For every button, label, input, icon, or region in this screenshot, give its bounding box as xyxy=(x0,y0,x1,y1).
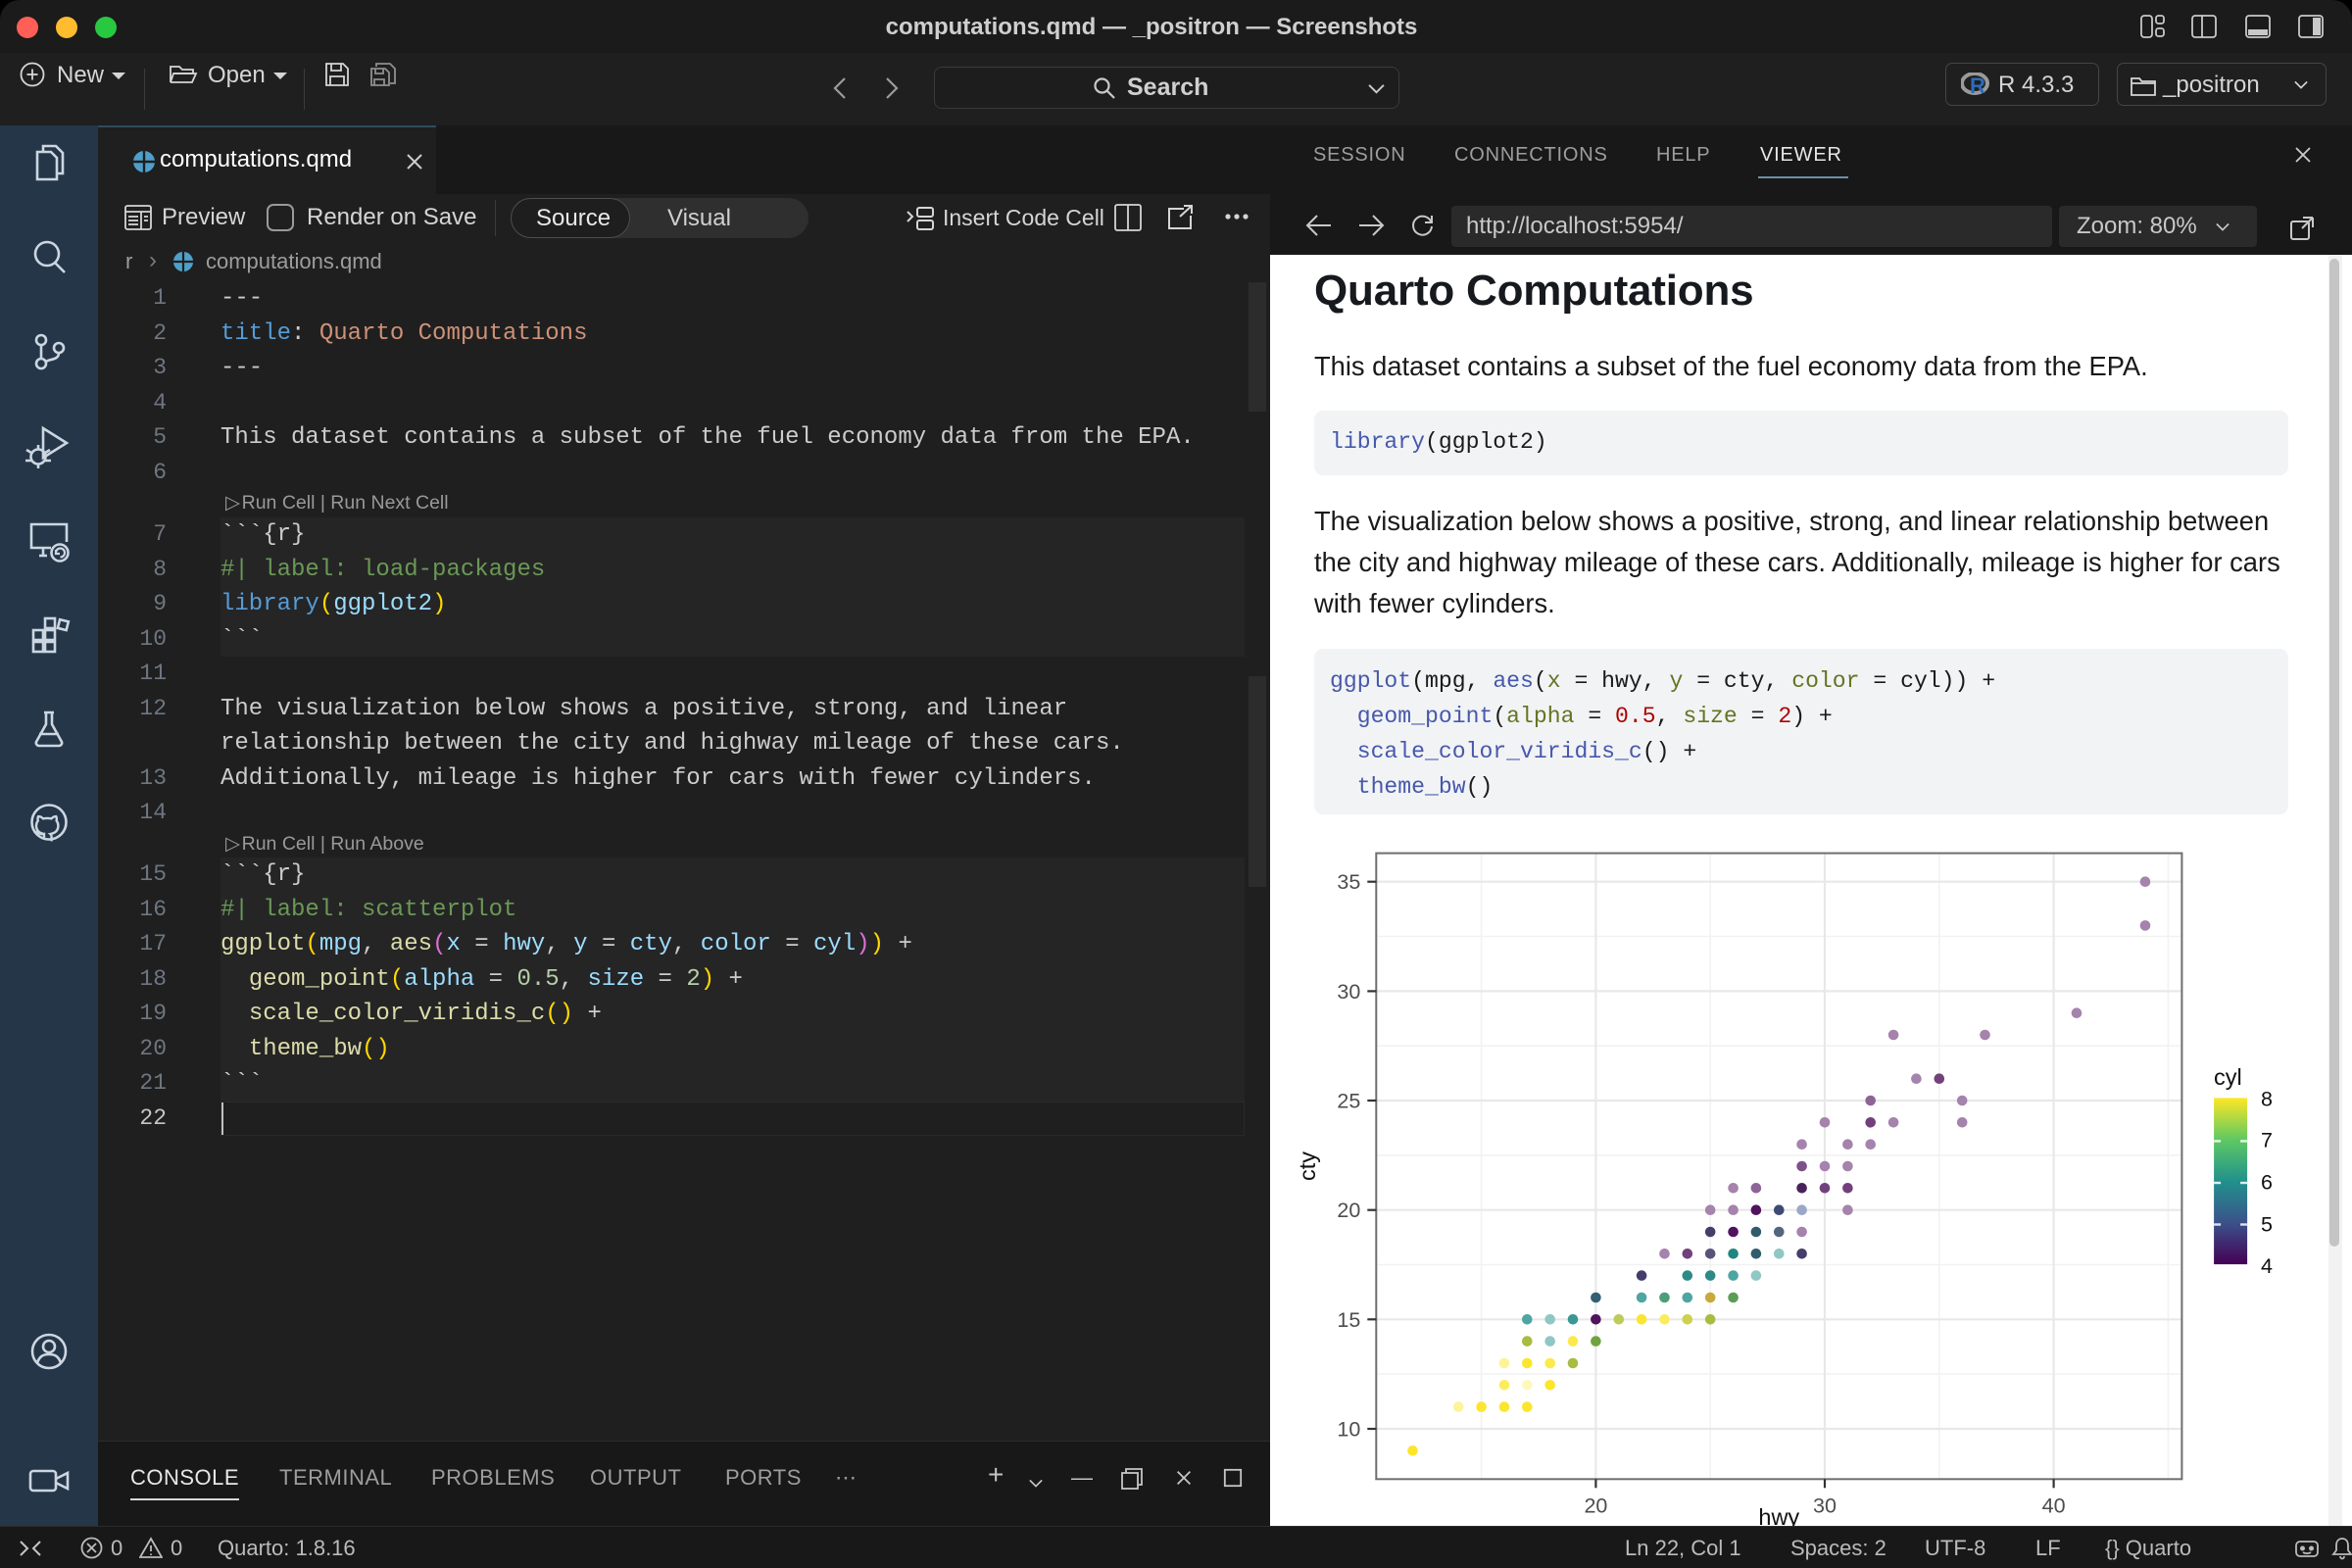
svg-text:R: R xyxy=(1970,74,1985,96)
svg-text:4: 4 xyxy=(2261,1254,2273,1278)
svg-text:30: 30 xyxy=(1337,980,1360,1004)
svg-text:20: 20 xyxy=(1584,1494,1607,1517)
svg-text:40: 40 xyxy=(2042,1494,2066,1517)
svg-text:8: 8 xyxy=(2261,1087,2273,1110)
svg-text:5: 5 xyxy=(2261,1213,2273,1237)
svg-text:25: 25 xyxy=(1337,1090,1360,1113)
svg-text:30: 30 xyxy=(1813,1494,1837,1517)
svg-text:10: 10 xyxy=(1337,1418,1360,1442)
svg-text:15: 15 xyxy=(1337,1308,1360,1332)
svg-text:7: 7 xyxy=(2261,1128,2273,1152)
svg-text:20: 20 xyxy=(1337,1199,1360,1222)
svg-text:cyl: cyl xyxy=(2214,1064,2242,1090)
svg-text:6: 6 xyxy=(2261,1170,2273,1194)
svg-text:cty: cty xyxy=(1295,1152,1320,1181)
svg-text:35: 35 xyxy=(1337,870,1360,894)
svg-text:hwy: hwy xyxy=(1758,1504,1799,1526)
